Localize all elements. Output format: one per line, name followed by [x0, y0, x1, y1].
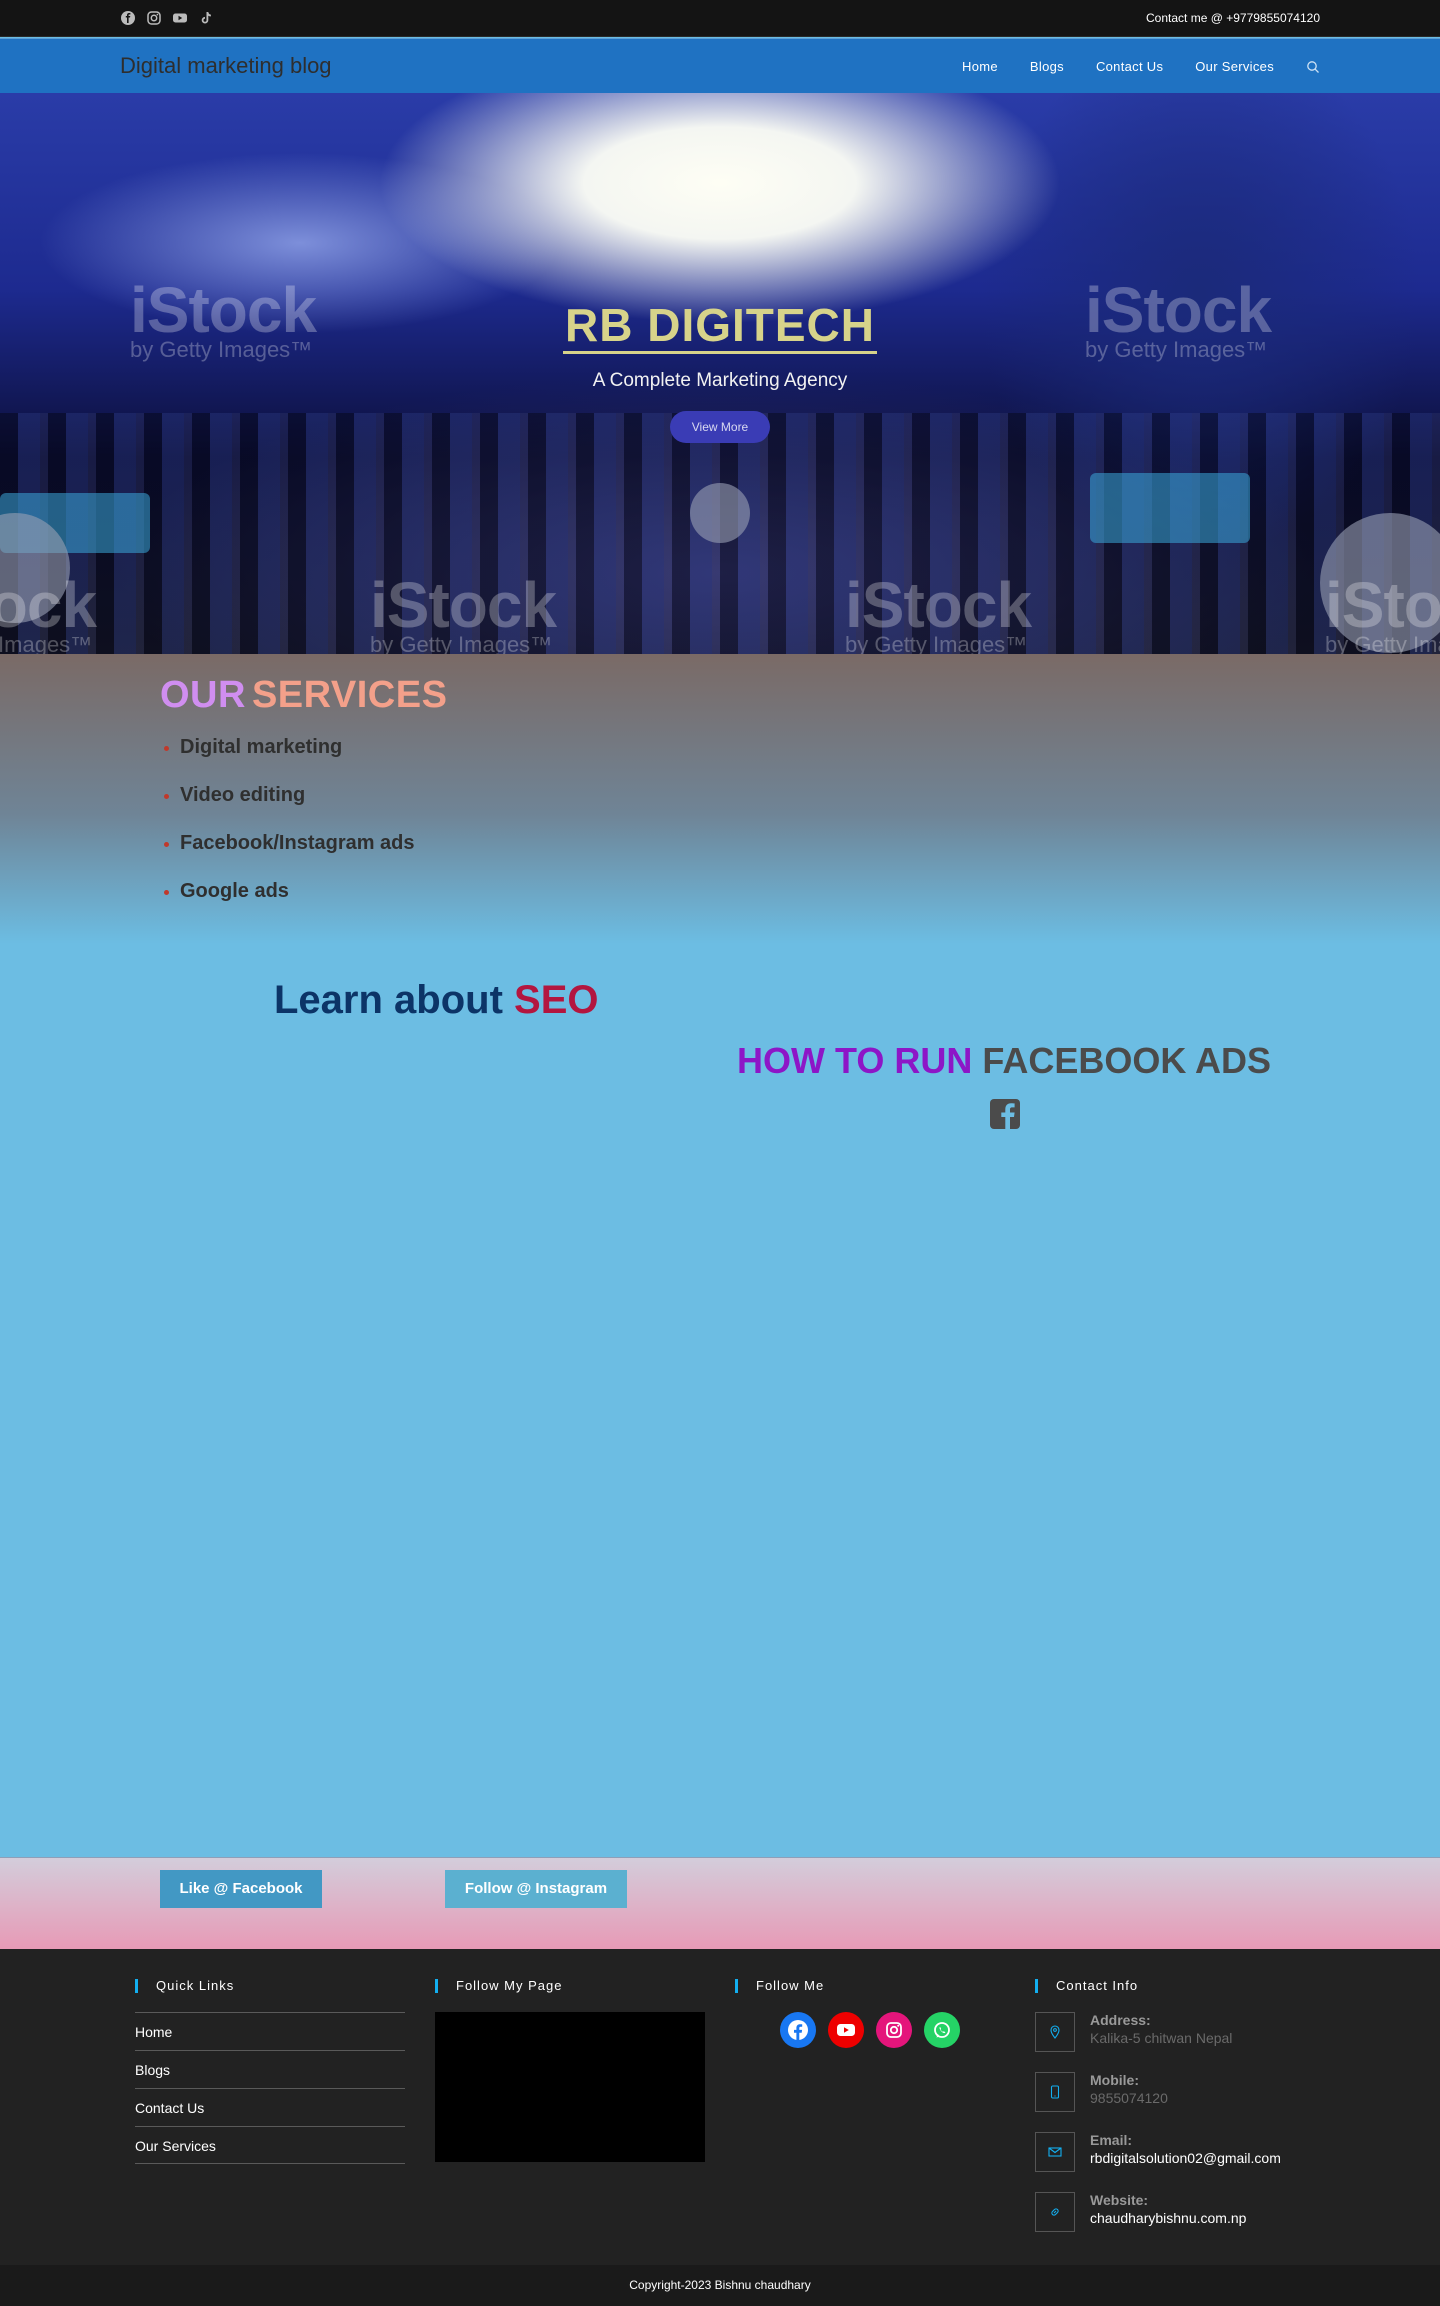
learn-seo-heading: Learn about SEO	[274, 978, 599, 1022]
instagram-icon[interactable]	[146, 10, 162, 26]
top-bar: Contact me @ +9779855074120	[0, 0, 1440, 37]
youtube-icon[interactable]	[172, 10, 188, 26]
nav-blogs[interactable]: Blogs	[1030, 59, 1064, 74]
youtube-icon[interactable]	[828, 2012, 864, 2048]
list-item: Video editing	[160, 784, 415, 832]
hero-title: RB DIGITECH	[0, 298, 1440, 354]
facebook-icon[interactable]	[780, 2012, 816, 2048]
address-label: Address:	[1090, 2012, 1151, 2028]
contact-website: Website: chaudharybishnu.com.np	[1035, 2192, 1315, 2252]
facebook-square-icon[interactable]	[989, 1098, 1021, 1130]
mobile-value: 9855074120	[1090, 2090, 1168, 2106]
quick-links-title: Quick Links	[135, 1979, 234, 1993]
hero-decor	[690, 483, 750, 543]
facebook-ads-heading: HOW TO RUN FACEBOOK ADS	[737, 1040, 1272, 1081]
services-section: OUR SERVICES Digital marketing Video edit…	[0, 654, 1440, 944]
footer-link-our-services[interactable]: Our Services	[135, 2126, 405, 2164]
nav-contact-us[interactable]: Contact Us	[1096, 59, 1163, 74]
contact-info-title: Contact Info	[1035, 1979, 1138, 1993]
location-icon	[1035, 2012, 1075, 2052]
mobile-label: Mobile:	[1090, 2072, 1139, 2088]
watermark: iStockby Getty Images™	[1325, 569, 1440, 654]
contact-address: Address: Kalika-5 chitwan Nepal	[1035, 2012, 1315, 2072]
hero-subtitle: A Complete Marketing Agency	[592, 370, 848, 391]
facebook-page-embed[interactable]	[435, 2012, 705, 2162]
nav-home[interactable]: Home	[962, 59, 998, 74]
nav-our-services[interactable]: Our Services	[1195, 59, 1274, 74]
view-more-button[interactable]: View More	[670, 411, 770, 443]
site-footer: Quick Links Home Blogs Contact Us Our Se…	[0, 1949, 1440, 2265]
email-link[interactable]: rbdigitalsolution02@gmail.com	[1090, 2150, 1281, 2166]
site-brand[interactable]: Digital marketing blog	[120, 53, 332, 79]
services-list: Digital marketing Video editing Facebook…	[160, 736, 415, 928]
watermark: iStockby Getty Images™	[370, 569, 557, 654]
instagram-icon[interactable]	[876, 2012, 912, 2048]
watermark: iStockby Getty Images™	[845, 569, 1032, 654]
whatsapp-icon[interactable]	[924, 2012, 960, 2048]
services-heading: OUR SERVICES	[160, 674, 448, 716]
contact-email: Email: rbdigitalsolution02@gmail.com	[1035, 2132, 1315, 2192]
footer-link-home[interactable]: Home	[135, 2012, 405, 2050]
envelope-icon	[1035, 2132, 1075, 2172]
hero-decor	[1090, 473, 1250, 543]
follow-instagram-button[interactable]: Follow @ Instagram	[445, 1870, 627, 1908]
social-widget-bar: Like @ Facebook Follow @ Instagram	[0, 1857, 1440, 1949]
top-social-links	[120, 10, 214, 26]
copyright-bar: Copyright-2023 Bishnu chaudhary	[0, 2265, 1440, 2306]
hero-banner: iStock by Getty Images™ iStock by Getty Im…	[0, 93, 1440, 654]
site-header: Digital marketing blog Home Blogs Contac…	[0, 38, 1440, 93]
list-item: Digital marketing	[160, 736, 415, 784]
quick-links-list: Home Blogs Contact Us Our Services	[135, 2012, 405, 2164]
footer-link-blogs[interactable]: Blogs	[135, 2050, 405, 2088]
like-facebook-button[interactable]: Like @ Facebook	[160, 1870, 322, 1908]
follow-page-title: Follow My Page	[435, 1979, 562, 1993]
follow-me-title: Follow Me	[735, 1979, 824, 1993]
main-nav: Home Blogs Contact Us Our Services	[930, 39, 1320, 94]
link-icon	[1035, 2192, 1075, 2232]
footer-link-contact-us[interactable]: Contact Us	[135, 2088, 405, 2126]
watermark: iStockby Getty Images™	[0, 569, 97, 654]
phone-icon	[1035, 2072, 1075, 2112]
email-label: Email:	[1090, 2132, 1133, 2148]
tiktok-icon[interactable]	[198, 10, 214, 26]
search-icon[interactable]	[1306, 60, 1320, 74]
contact-info-list: Address: Kalika-5 chitwan Nepal Mobile: …	[1035, 2012, 1315, 2252]
top-contact-text: Contact me @ +9779855074120	[1146, 11, 1320, 25]
address-value: Kalika-5 chitwan Nepal	[1090, 2030, 1233, 2046]
list-item: Google ads	[160, 880, 415, 928]
facebook-icon[interactable]	[120, 10, 136, 26]
list-item: Facebook/Instagram ads	[160, 832, 415, 880]
contact-mobile: Mobile: 9855074120	[1035, 2072, 1315, 2132]
website-label: Website:	[1090, 2192, 1149, 2208]
website-link[interactable]: chaudharybishnu.com.np	[1090, 2210, 1246, 2226]
follow-icons	[780, 2012, 960, 2048]
